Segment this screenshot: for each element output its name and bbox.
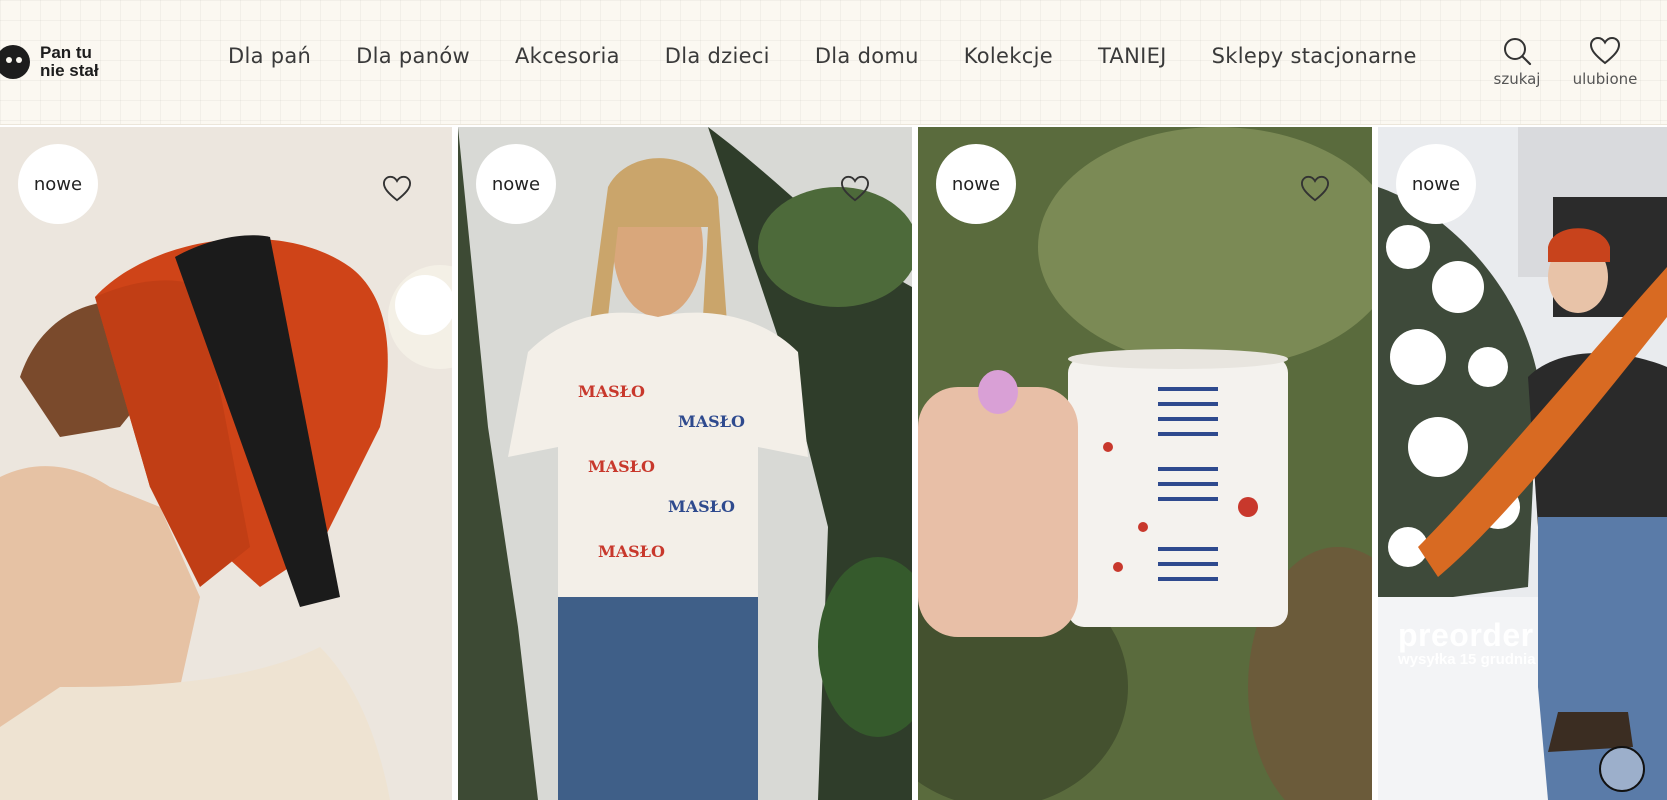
svg-text:MASŁO: MASŁO [678,412,745,431]
product-card-4[interactable]: nowe preorder wysyłka 15 grudnia [1378,127,1667,800]
nav-dla-panow[interactable]: Dla panów [356,44,470,68]
logo-mark-icon [0,45,30,79]
nav-dla-domu[interactable]: Dla domu [815,44,919,68]
nav-dla-dzieci[interactable]: Dla dzieci [665,44,770,68]
product-card-3[interactable]: nowe [918,127,1372,800]
favorite-heart-icon[interactable] [840,175,870,203]
favorite-heart-icon[interactable] [1300,175,1330,203]
search-label: szukaj [1493,70,1541,88]
cursor-hand-icon [1599,746,1645,792]
svg-text:MASŁO: MASŁO [598,542,665,561]
preorder-title: preorder [1398,617,1534,653]
main-nav: Dla pań Dla panów Akcesoria Dla dzieci D… [228,44,1462,68]
product-image-scarf [1378,127,1667,800]
product-card-1[interactable]: nowe [0,127,452,800]
logo[interactable]: Pan tu nie stał [0,44,130,80]
badge-new: nowe [936,144,1016,224]
badge-new: nowe [18,144,98,224]
svg-text:MASŁO: MASŁO [668,497,735,516]
product-grid: nowe MASŁO MASŁO MASŁO MASŁO MASŁO nowe [0,127,1667,800]
logo-text: Pan tu nie stał [40,44,130,80]
badge-new: nowe [476,144,556,224]
search-icon [1504,38,1532,66]
favorite-heart-icon[interactable] [382,175,412,203]
site-header: Pan tu nie stał Dla pań Dla panów Akceso… [0,0,1667,125]
svg-text:MASŁO: MASŁO [588,457,655,476]
nav-sklepy-stacjonarne[interactable]: Sklepy stacjonarne [1212,44,1417,68]
preorder-subtitle: wysyłka 15 grudnia [1398,651,1536,668]
nav-akcesoria[interactable]: Akcesoria [515,44,620,68]
favorites-label: ulubione [1572,70,1638,88]
product-image-mug [918,127,1372,800]
badge-new: nowe [1396,144,1476,224]
logo-line-1: Pan tu [40,43,92,62]
nav-dla-pan[interactable]: Dla pań [228,44,311,68]
svg-text:MASŁO: MASŁO [578,382,645,401]
logo-line-2: nie stał [40,61,99,80]
search-button[interactable]: szukaj [1492,36,1542,88]
nav-kolekcje[interactable]: Kolekcje [964,44,1053,68]
nav-taniej[interactable]: TANIEJ [1098,44,1167,68]
heart-icon [1589,36,1621,65]
product-image-beanie [0,127,452,800]
product-card-2[interactable]: MASŁO MASŁO MASŁO MASŁO MASŁO nowe [458,127,912,800]
favorites-button[interactable]: ulubione [1570,36,1640,88]
product-image-tshirt: MASŁO MASŁO MASŁO MASŁO MASŁO [458,127,912,800]
